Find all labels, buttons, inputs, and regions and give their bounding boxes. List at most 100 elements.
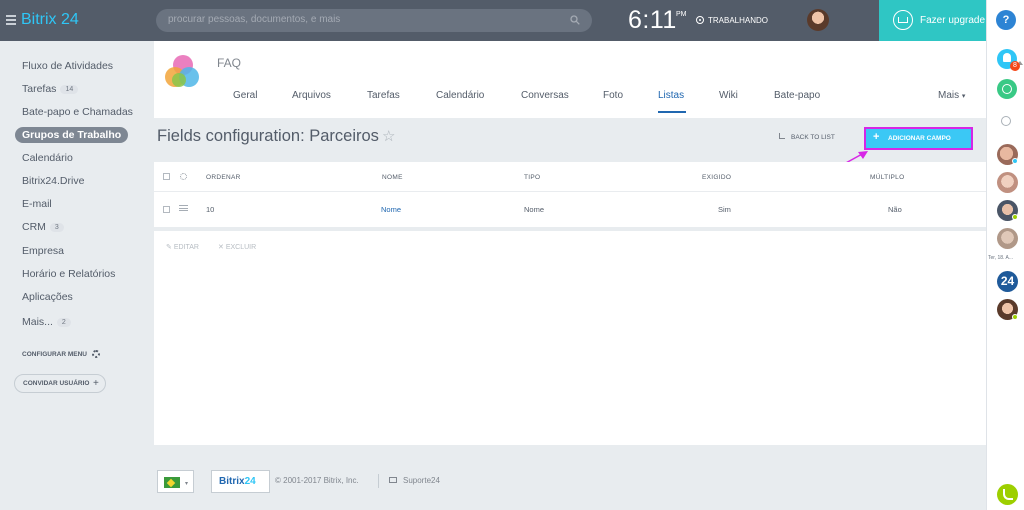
cell-multiple: Não [888,205,902,214]
cell-name-link[interactable]: Nome [381,205,401,214]
search-input[interactable]: procurar pessoas, documentos, e mais [156,9,592,32]
tab-bate-papo[interactable]: Bate-papo [774,90,820,101]
cell-order: 10 [206,205,215,214]
tab-calendario[interactable]: Calendário [436,90,484,101]
tab-conversas[interactable]: Conversas [521,90,569,101]
row-checkbox[interactable] [163,206,170,213]
menu-item-label: CRM [22,221,46,233]
upgrade-label: Fazer upgrade [920,15,986,26]
pencil-icon: ✎ [166,244,172,251]
contact-avatar[interactable] [997,172,1018,193]
footer-divider [378,474,379,488]
user-avatar[interactable] [807,9,829,31]
clock-period: PM [676,11,687,18]
add-field-label: ADICIONAR CAMPO [888,135,951,142]
search-icon[interactable] [570,15,580,25]
tab-listas[interactable]: Listas [658,90,684,101]
menu-item-label: E-mail [22,198,52,210]
group-header: FAQ Geral Arquivos Tarefas Calendário Co… [154,41,986,118]
menu-item-label: Tarefas [22,83,57,95]
menu-item-workgroups[interactable]: Grupos de Trabalho [15,127,129,143]
menu-item-email[interactable]: E-mail [22,198,52,210]
help-button[interactable]: ? [996,10,1016,30]
status-dot [1012,158,1018,164]
tab-arquivos[interactable]: Arquivos [292,90,331,101]
menu-item-label: Empresa [22,245,65,257]
page-title: Fields configuration: Parceiros ☆ [157,127,395,146]
tab-tarefas[interactable]: Tarefas [367,90,400,101]
language-selector[interactable]: ▾ [157,470,194,493]
select-all-checkbox[interactable] [163,173,170,180]
plus-icon: + [93,378,99,389]
rail-search-icon[interactable] [1001,116,1011,126]
menu-item-more[interactable]: Mais... 2 [22,316,71,328]
main-content: FAQ Geral Arquivos Tarefas Calendário Co… [154,41,986,445]
page-title-text: Fields configuration: Parceiros [157,127,379,145]
tab-foto[interactable]: Foto [603,90,623,101]
online-dot [1012,214,1018,220]
rail-date-label: Ter, 18. A... [988,255,1014,261]
tab-wiki[interactable]: Wiki [719,90,738,101]
chat-icon[interactable] [997,79,1017,99]
active-tab-indicator [658,111,686,113]
clock-time[interactable]: 6:11 [628,6,677,35]
menu-item-feed[interactable]: Fluxo de Atividades [22,60,113,72]
chat-bubble-icon[interactable] [389,477,397,483]
count-badge: 14 [60,85,79,94]
tab-mais[interactable]: Mais ▾ [938,90,965,101]
count-badge: 2 [56,318,71,327]
menu-item-label: Aplicações [22,291,73,303]
invite-user-button[interactable]: CONVIDAR USUÁRIO + [14,374,106,393]
menu-item-reports[interactable]: Horário e Relatórios [22,268,115,280]
menu-item-label: Bate-papo e Chamadas [22,106,133,118]
configure-menu-button[interactable]: CONFIGURAR MENU [22,351,87,358]
menu-icon[interactable] [6,15,16,25]
phone-icon[interactable] [997,484,1018,505]
menu-item-calendar[interactable]: Calendário [22,152,73,164]
menu-item-chat[interactable]: Bate-papo e Chamadas [22,106,133,118]
grid-settings-icon[interactable] [180,173,187,180]
logo-version: 24 [61,11,79,28]
menu-item-label: Grupos de Trabalho [22,129,122,141]
contact-avatar[interactable] [997,228,1018,249]
menu-item-label: Mais... [22,316,53,328]
menu-item-crm[interactable]: CRM 3 [22,221,64,233]
upgrade-button[interactable]: Fazer upgrade [879,0,986,41]
bitrix-logo[interactable]: Bitrix 24 [21,11,79,29]
menu-item-label: Fluxo de Atividades [22,60,114,72]
edit-action[interactable]: ✎ EDITAR [166,243,199,251]
menu-item-company[interactable]: Empresa [22,245,64,257]
edit-label: EDITAR [173,244,199,251]
group-logo-icon[interactable] [165,55,205,91]
gear-icon[interactable] [92,350,100,358]
footer-logo[interactable]: Bitrix24 [211,470,270,493]
menu-item-tasks[interactable]: Tarefas 14 [22,83,79,95]
grid-action-panel: ✎ EDITAR ✕ EXCLUIR [154,231,986,445]
menu-item-apps[interactable]: Aplicações [22,291,73,303]
drag-handle-icon[interactable] [179,205,188,211]
work-status[interactable]: TRABALHANDO [708,16,768,25]
back-to-list-link[interactable]: BACK TO LIST [791,134,835,141]
column-header-name[interactable]: NOME [382,174,403,181]
app-window: Bitrix 24 procurar pessoas, documentos, … [0,0,1024,510]
delete-action[interactable]: ✕ EXCLUIR [218,243,256,251]
cell-required: Sim [718,205,731,214]
bitrix-avatar[interactable]: 24 [997,271,1018,292]
menu-item-drive[interactable]: Bitrix24.Drive [22,175,84,187]
close-icon: ✕ [218,244,224,251]
chevron-down-icon: ▾ [961,93,966,100]
column-header-type[interactable]: TIPO [524,174,540,181]
crown-icon [893,10,913,30]
column-header-order[interactable]: ORDENAR [206,174,241,181]
back-arrow-icon[interactable] [779,133,785,139]
group-name[interactable]: FAQ [217,56,241,70]
support-link[interactable]: Suporte24 [403,476,440,485]
footer-logo-version: 24 [244,476,256,487]
tab-geral[interactable]: Geral [233,90,257,101]
footer-logo-brand: Bitrix [219,476,245,487]
menu-item-label: Calendário [22,152,73,164]
star-icon[interactable]: ☆ [382,128,395,145]
column-header-required[interactable]: EXIGIDO [702,174,731,181]
work-status-icon[interactable] [696,16,704,24]
column-header-multiple[interactable]: MÚLTIPLO [870,174,904,181]
